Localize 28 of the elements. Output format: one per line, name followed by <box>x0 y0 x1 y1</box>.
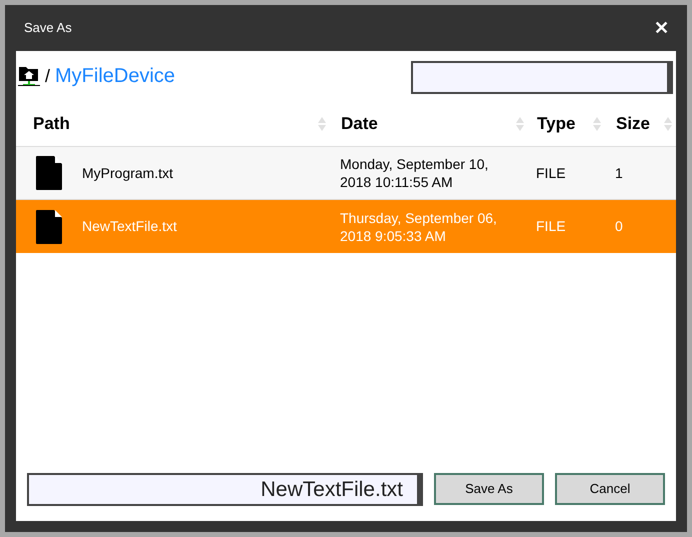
sort-icon <box>318 116 326 132</box>
dialog-button[interactable]: Cancel <box>555 473 665 505</box>
column-header[interactable]: Size <box>605 101 676 146</box>
sort-icon <box>664 116 672 132</box>
file-icon <box>36 156 62 190</box>
file-icon <box>36 210 62 244</box>
file-date: Monday, September 10, 2018 10:11:55 AM <box>339 155 490 191</box>
file-type: FILE <box>535 217 567 236</box>
column-header[interactable]: Path <box>16 101 330 146</box>
file-size: 0 <box>614 217 624 236</box>
file-type: FILE <box>535 164 567 182</box>
dialog-button[interactable]: Save As <box>434 473 544 505</box>
window-title: Save As <box>24 19 72 38</box>
path-separator: / <box>45 64 50 88</box>
sort-icon <box>593 116 601 132</box>
file-date: Thursday, September 06, 2018 9:05:33 AM <box>339 208 498 244</box>
column-header[interactable]: Type <box>528 101 605 146</box>
home-folder-icon[interactable] <box>18 65 40 87</box>
file-name: NewTextFile.txt <box>82 217 177 236</box>
sort-icon <box>516 116 524 132</box>
file-size: 1 <box>614 164 624 182</box>
location-link[interactable]: MyFileDevice <box>55 61 176 91</box>
file-name: MyProgram.txt <box>82 164 174 183</box>
filename-field[interactable]: NewTextFile.txt <box>27 473 423 506</box>
column-header[interactable]: Date <box>330 101 528 146</box>
search-field[interactable] <box>411 61 673 94</box>
close-button[interactable]: ✕ <box>654 19 669 37</box>
file-row[interactable]: MyProgram.txt Monday, September 10, 2018 10:11:55 AM FILE 1 <box>16 147 676 200</box>
